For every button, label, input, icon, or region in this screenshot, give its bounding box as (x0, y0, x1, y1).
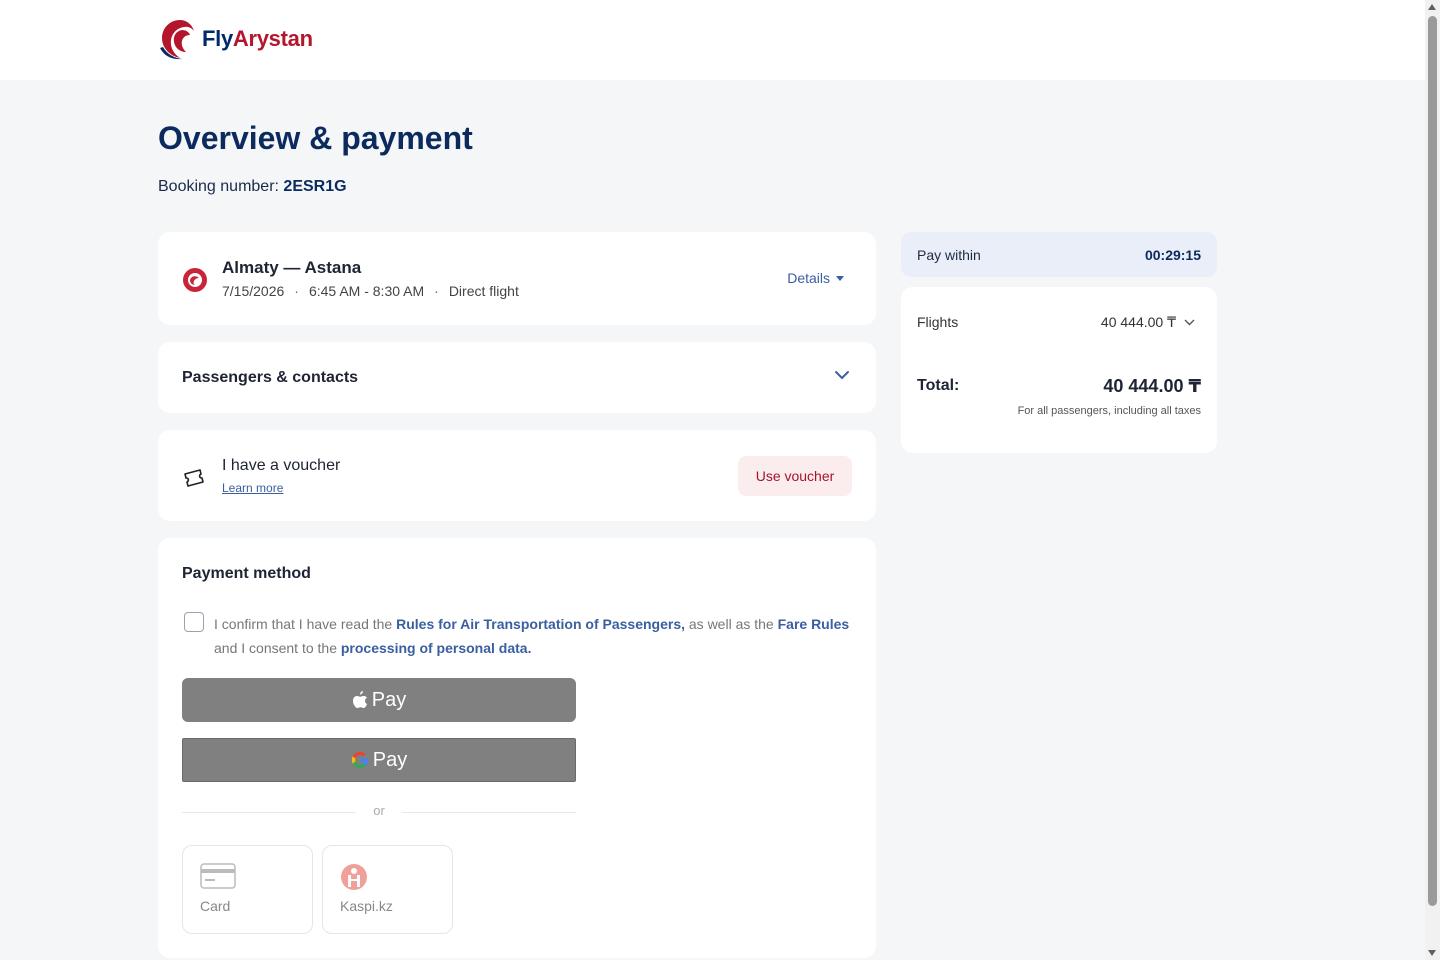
consent-checkbox[interactable] (184, 612, 204, 632)
flights-label: Flights (917, 314, 959, 330)
or-label: or (356, 803, 402, 818)
kaspi-payment-option[interactable]: Kaspi.kz (322, 845, 453, 934)
flyarystan-logo[interactable]: FlyArystan (158, 18, 313, 60)
apple-icon (352, 691, 367, 708)
apple-pay-button[interactable]: Pay (182, 678, 576, 722)
booking-number: Booking number: 2ESR1G (158, 178, 347, 195)
timer-value: 00:29:15 (1144, 247, 1201, 263)
chevron-down-icon (1184, 319, 1195, 326)
lion-logo-icon (160, 20, 194, 60)
consent-text: I confirm that I have read the Rules for… (214, 616, 850, 656)
top-header: FlyArystan (0, 0, 1425, 80)
voucher-title: I have a voucher (222, 457, 341, 474)
flights-price-toggle[interactable]: 40 444.00 ₸ (1101, 314, 1195, 331)
scrollbar-thumb[interactable] (1428, 16, 1437, 906)
payment-method-title: Payment method (182, 565, 311, 582)
credit-card-icon (200, 863, 236, 889)
google-g-icon (351, 751, 368, 768)
flight-route: Almaty — Astana (222, 258, 362, 277)
fare-rules-link[interactable]: Fare Rules (778, 616, 850, 632)
scroll-up-arrow-icon[interactable] (1428, 4, 1436, 10)
timer-label: Pay within (917, 247, 981, 263)
use-voucher-button[interactable]: Use voucher (738, 456, 852, 496)
voucher-section: I have a voucher Learn more Use voucher (158, 430, 876, 521)
flights-price: 40 444.00 ₸ (1100, 314, 1176, 330)
scroll-down-arrow-icon[interactable] (1428, 950, 1436, 956)
kaspi-option-label: Kaspi.kz (340, 898, 393, 914)
card-payment-option[interactable]: Card (182, 845, 313, 934)
page-scrollbar[interactable] (1425, 0, 1440, 960)
google-pay-button[interactable]: Pay (182, 738, 576, 782)
flight-summary-card: Almaty — Astana 7/15/2026 · 6:45 AM - 8:… (158, 232, 876, 325)
learn-more-link[interactable]: Learn more (222, 481, 283, 495)
booking-number-value: 2ESR1G (283, 178, 347, 195)
details-label: Details (787, 270, 830, 286)
flight-date: 7/15/2026 (222, 283, 285, 299)
pay-within-timer: Pay within 00:29:15 (901, 232, 1217, 277)
payment-method-section: Payment method I confirm that I have rea… (158, 538, 876, 958)
card-option-label: Card (200, 898, 231, 914)
ticket-icon (184, 469, 204, 487)
total-note: For all passengers, including all taxes (1017, 405, 1201, 417)
total-label: Total: (917, 377, 960, 394)
price-summary: Flights 40 444.00 ₸ Total: 40 444.00 ₸ F… (901, 287, 1217, 453)
airline-logo-icon (183, 268, 207, 292)
google-pay-label: Pay (372, 748, 408, 771)
separator-dot: · (434, 283, 439, 299)
flight-time: 6:45 AM - 8:30 AM (308, 283, 425, 299)
page-title: Overview & payment (158, 120, 473, 156)
passengers-contacts-section[interactable]: Passengers & contacts (158, 342, 876, 413)
flight-meta: 7/15/2026 · 6:45 AM - 8:30 AM · Direct f… (222, 283, 519, 299)
caret-down-icon (836, 275, 844, 281)
kaspi-logo-icon (341, 864, 367, 890)
personal-data-link[interactable]: processing of personal data. (341, 640, 532, 656)
flight-type: Direct flight (448, 283, 519, 299)
passengers-title: Passengers & contacts (182, 369, 359, 386)
total-price: 40 444.00 ₸ (1103, 376, 1201, 396)
air-transport-rules-link[interactable]: Rules for Air Transportation of Passenge… (396, 616, 685, 632)
chevron-down-icon[interactable] (834, 370, 850, 380)
details-toggle[interactable]: Details (787, 270, 844, 286)
separator-dot: · (294, 283, 299, 299)
logo-text: FlyArystan (202, 26, 313, 51)
apple-pay-label: Pay (371, 688, 407, 711)
